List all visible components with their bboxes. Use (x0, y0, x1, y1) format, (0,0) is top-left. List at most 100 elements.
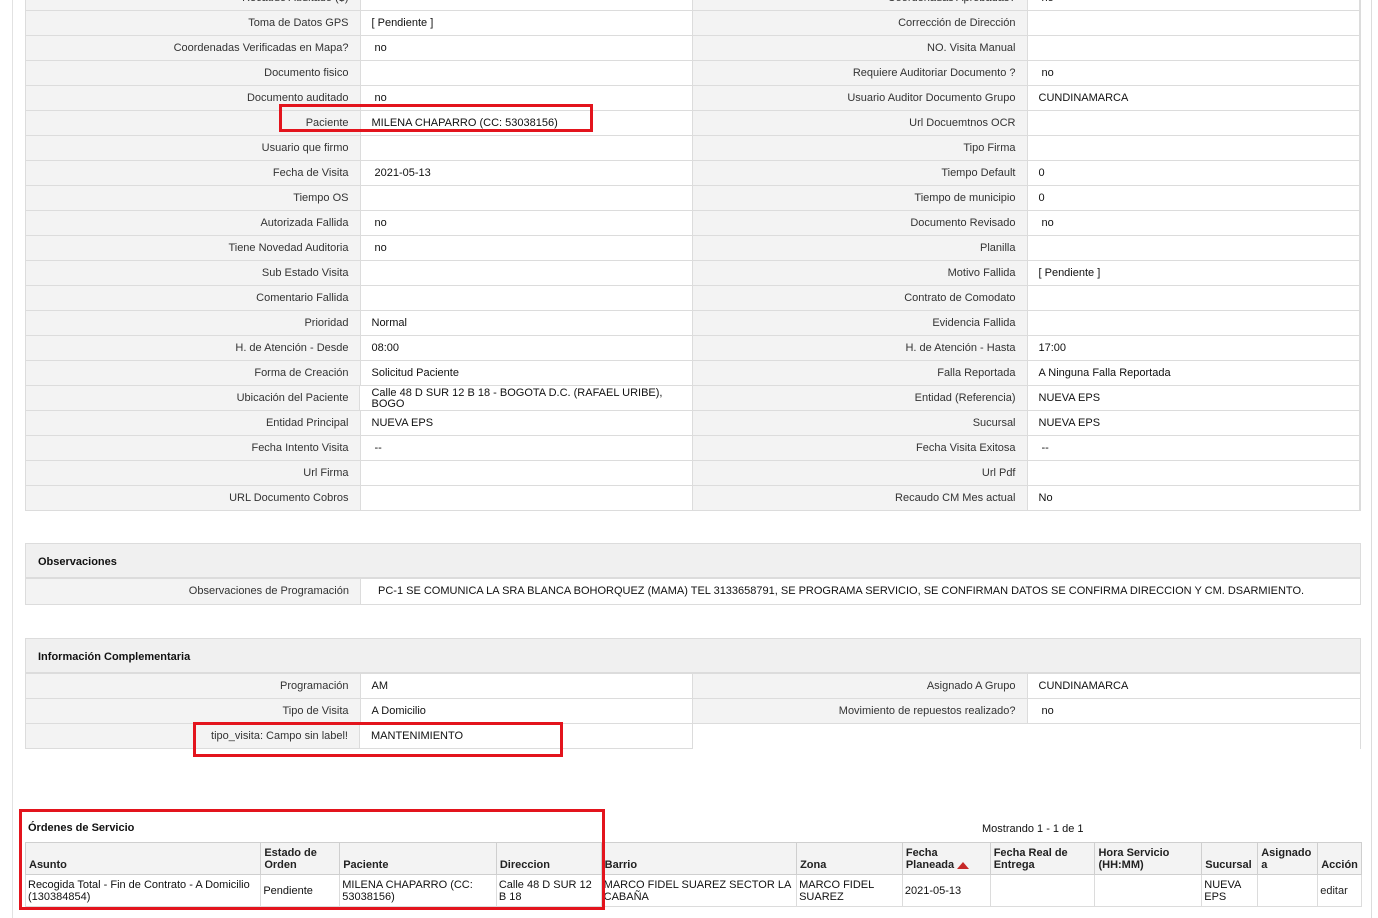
field-label: Programación (26, 674, 360, 698)
field-label: Forma de Creación (26, 361, 360, 385)
field-label: Coordenadas Verificadas en Mapa? (26, 36, 360, 60)
cell-asunto: Recogida Total - Fin de Contrato - A Dom… (24, 874, 262, 907)
orders-header-row: Asunto Estado de Orden Paciente Direccio… (24, 842, 1362, 875)
pagination-info: Mostrando 1 - 1 de 1 (982, 823, 1084, 835)
field-label: Sub Estado Visita (26, 261, 360, 285)
field-value: NUEVA EPS (1026, 411, 1360, 435)
field-label: Requiere Auditoriar Documento ? (693, 61, 1027, 85)
complementary-row: Programación AM Asignado A Grupo CUNDINA… (26, 674, 1360, 699)
detail-row: Entidad Principal NUEVA EPS Sucursal NUEVA … (26, 411, 1360, 436)
field-value: Solicitud Paciente (359, 361, 693, 385)
col-header-accion: Acción (1317, 842, 1362, 875)
field-value: CUNDINAMARCA (1026, 86, 1360, 110)
field-value (1026, 286, 1360, 310)
field-label: URL Documento Cobros (26, 486, 360, 511)
field-label: Recaudo CM Mes actual (693, 486, 1027, 511)
complementary-row: Tipo de Visita A Domicilio Movimiento de… (26, 699, 1360, 724)
observations-title: Observaciones (26, 544, 1360, 579)
cell-estado: Pendiente (260, 874, 341, 907)
patient-value: MILENA CHAPARRO (CC: 53038156) (359, 111, 693, 135)
cell-barrio: MARCO FIDEL SUAREZ SECTOR LA CABAÑA (600, 874, 798, 907)
complementary-info-title: Información Complementaria (26, 639, 1360, 674)
field-value: no (1026, 699, 1361, 723)
field-value: -- (1026, 436, 1360, 460)
field-value: no (1026, 61, 1360, 85)
col-header-asunto[interactable]: Asunto (24, 842, 262, 875)
col-header-estado[interactable]: Estado de Orden (260, 842, 341, 875)
sort-ascending-icon (957, 862, 970, 869)
field-label: Usuario que firmo (26, 136, 360, 160)
field-value (1026, 111, 1360, 135)
visit-type-value: MANTENIMIENTO (359, 724, 692, 748)
cell-sucursal: NUEVA EPS (1201, 874, 1259, 907)
field-value: no (359, 236, 693, 260)
field-label: Tipo de Visita (26, 699, 360, 723)
detail-row: Paciente MILENA CHAPARRO (CC: 53038156) Ur… (26, 111, 1360, 136)
field-label: Fecha de Visita (26, 161, 360, 185)
field-label: Falla Reportada (693, 361, 1027, 385)
col-header-sucursal[interactable]: Sucursal (1201, 842, 1259, 875)
detail-row: Recaudo Auditado ($) Coordenadas Aprobada… (26, 0, 1360, 11)
detail-row: Tiempo OS Tiempo de municipio 0 (26, 186, 1360, 211)
col-header-asignado[interactable]: Asignado a (1257, 842, 1319, 875)
field-label: Motivo Fallida (693, 261, 1027, 285)
field-label: Documento auditado (26, 86, 360, 110)
complementary-info-panel: Información Complementaria Programación … (25, 638, 1361, 749)
field-value (359, 0, 693, 10)
field-value (359, 461, 693, 485)
field-label: Recaudo Auditado ($) (26, 0, 360, 10)
field-value: no (359, 36, 693, 60)
detail-row: URL Documento Cobros Recaudo CM Mes actua… (26, 486, 1360, 511)
col-header-fecha-real[interactable]: Fecha Real de Entrega (989, 842, 1096, 875)
field-label: Entidad Principal (26, 411, 360, 435)
cell-paciente: MILENA CHAPARRO (CC: 53038156) (339, 874, 497, 907)
detail-row: Url Firma Url Pdf (26, 461, 1360, 486)
col-header-paciente[interactable]: Paciente (339, 842, 497, 875)
field-value: NUEVA EPS (1026, 386, 1360, 410)
complementary-row: tipo_visita: Campo sin label! MANTENIMIE… (25, 724, 693, 749)
field-label: Contrato de Comodato (693, 286, 1027, 310)
detail-row: Documento auditado no Usuario Auditor Docu… (26, 86, 1360, 111)
field-value: no (1026, 211, 1360, 235)
col-header-hora-servicio[interactable]: Hora Servicio (HH:MM) (1094, 842, 1203, 875)
field-value: A Ninguna Falla Reportada (1026, 361, 1360, 385)
field-label: Url Pdf (693, 461, 1027, 485)
field-label: Tiempo de municipio (693, 186, 1027, 210)
field-label: Fecha Intento Visita (26, 436, 360, 460)
col-header-direccion[interactable]: Direccion (495, 842, 602, 875)
detail-row: Comentario Fallida Contrato de Comodato (26, 286, 1360, 311)
field-label: H. de Atención - Hasta (693, 336, 1027, 360)
right-border (1371, 0, 1372, 918)
col-header-fecha-planeada[interactable]: Fecha Planeada (901, 842, 991, 875)
detail-row: Autorizada Fallida no Documento Revisado no (26, 211, 1360, 236)
field-label: Paciente (26, 111, 360, 135)
field-label: Prioridad (26, 311, 360, 335)
detail-row: Documento fisico Requiere Auditoriar Docu… (26, 61, 1360, 86)
col-header-barrio[interactable]: Barrio (600, 842, 798, 875)
field-label: Corrección de Dirección (693, 11, 1027, 35)
field-value (1026, 461, 1360, 485)
field-label: H. de Atención - Desde (26, 336, 360, 360)
field-label: Sucursal (693, 411, 1027, 435)
col-header-zona[interactable]: Zona (796, 842, 903, 875)
field-value: 17:00 (1026, 336, 1360, 360)
detail-row: Toma de Datos GPS[ Pendiente ] Corrección… (26, 11, 1360, 36)
cell-hora (1094, 874, 1203, 907)
field-label: Url Firma (26, 461, 360, 485)
detail-row: Prioridad Normal Evidencia Fallida (26, 311, 1360, 336)
field-value (1026, 11, 1360, 35)
field-value: CUNDINAMARCA (1026, 674, 1361, 698)
field-value (1026, 311, 1360, 335)
grid-bottom-border (25, 510, 1361, 511)
col-header-label: Fecha Planeada (905, 847, 955, 871)
detail-row: Usuario que firmo Tipo Firma (26, 136, 1360, 161)
observations-label: Observaciones de Programación (26, 579, 360, 604)
field-value: 0 (1026, 161, 1360, 185)
table-row: Recogida Total - Fin de Contrato - A Dom… (24, 874, 1362, 907)
field-value (1026, 236, 1360, 260)
edit-link[interactable]: editar (1320, 885, 1348, 897)
field-value (1026, 36, 1360, 60)
field-label: Fecha Visita Exitosa (693, 436, 1027, 460)
field-label: Movimiento de repuestos realizado? (693, 699, 1027, 723)
detail-row: H. de Atención - Desde 08:00 H. de Atenció… (26, 336, 1360, 361)
